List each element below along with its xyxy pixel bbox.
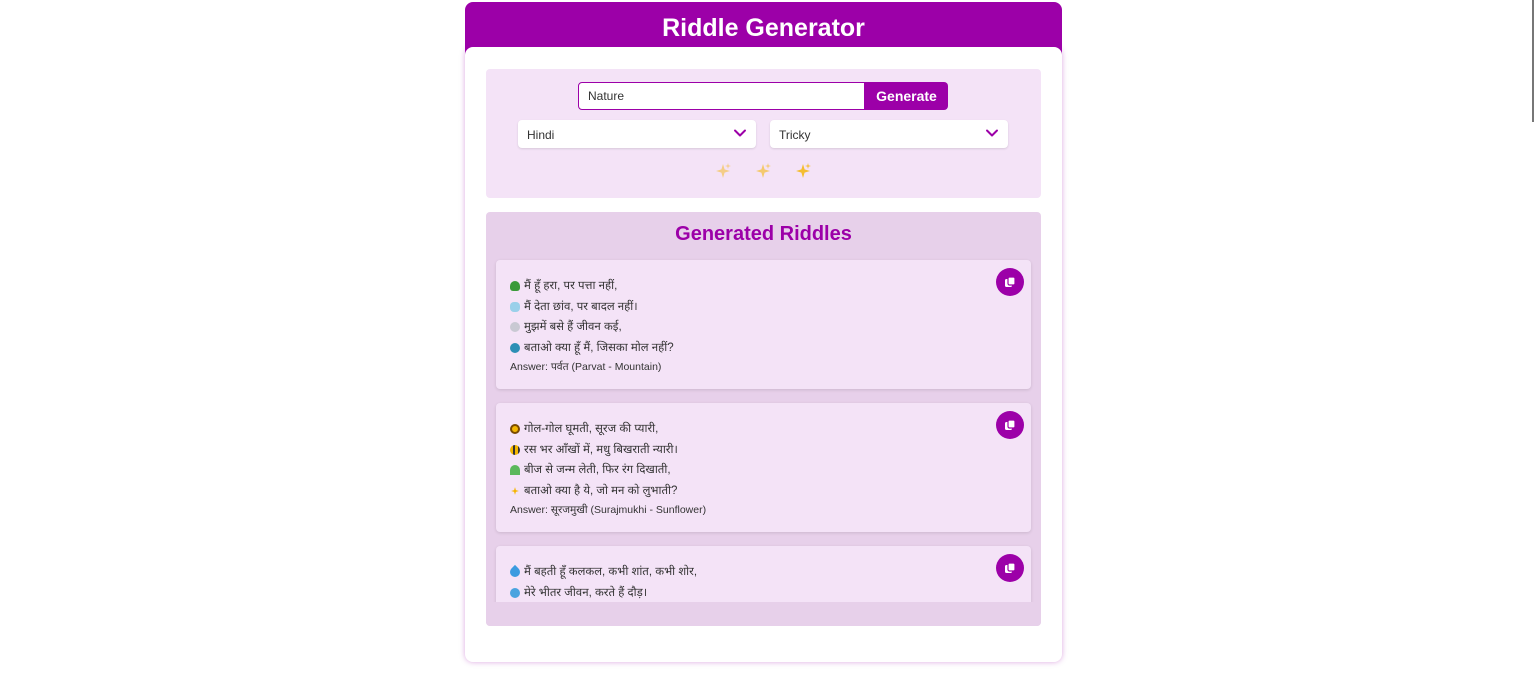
rock-icon <box>510 322 520 333</box>
riddle-line: गोल-गोल घूमती, सूरज की प्यारी, <box>510 419 1017 440</box>
riddle-line-text: बताओ क्या है ये, जो मन को लुभाती? <box>524 484 678 497</box>
riddle-line-text: बीज से जन्म लेती, फिर रंग दिखाती, <box>524 464 671 477</box>
copy-button[interactable] <box>996 268 1024 296</box>
results-bottom-band <box>486 602 1041 626</box>
riddle-app: Riddle Generator Generate Hindi Tricky <box>465 2 1062 662</box>
riddle-line: रस भर आँखों में, मधु बिखराती न्यारी। <box>510 440 1017 461</box>
copy-icon <box>1005 562 1016 573</box>
riddle-line-text: मैं हूँ हरा, पर पत्ता नहीं, <box>524 280 618 293</box>
tree-icon <box>510 281 520 292</box>
riddle-line: मैं हूँ हरा, पर पत्ता नहीं, <box>510 276 1017 297</box>
sparkles-icon <box>511 486 519 495</box>
seedling-icon <box>510 465 520 476</box>
riddle-line-text: मैं देता छांव, पर बादल नहीं। <box>524 300 638 313</box>
riddle-line-text: मैं बहती हूँ कलकल, कभी शांत, कभी शोर, <box>524 566 698 579</box>
chevron-down-icon <box>734 129 746 137</box>
sunflower-icon <box>510 424 520 435</box>
riddle-line: मुझमें बसे हैं जीवन कई, <box>510 317 1017 338</box>
controls-panel: Generate Hindi Tricky <box>486 69 1041 198</box>
riddle-answer: Answer: सूरजमुखी (Surajmukhi - Sunflower… <box>510 504 707 516</box>
riddle-line: बताओ क्या हूँ मैं, जिसका मोल नहीं? <box>510 338 1017 359</box>
bee-icon <box>510 444 520 455</box>
results-panel[interactable]: Generated Riddles मैं हूँ हरा, पर पत्ता … <box>486 212 1041 626</box>
sparkles-icon <box>756 163 771 178</box>
copy-button[interactable] <box>996 411 1024 439</box>
wind-icon <box>510 301 520 312</box>
copy-icon <box>1005 276 1016 287</box>
sparkles-icon <box>796 163 811 178</box>
riddle-line: मैं बहती हूँ कलकल, कभी शांत, कभी शोर, <box>507 562 1017 583</box>
page-scrollbar[interactable] <box>1532 0 1534 122</box>
riddle-line-text: गोल-गोल घूमती, सूरज की प्यारी, <box>524 423 659 436</box>
topic-input[interactable] <box>578 82 865 110</box>
riddle-line: बीज से जन्म लेती, फिर रंग दिखाती, <box>510 460 1017 481</box>
difficulty-select-value: Tricky <box>779 128 811 142</box>
riddle-line: बताओ क्या है ये, जो मन को लुभाती? <box>510 481 1017 502</box>
riddle-line-text: रस भर आँखों में, मधु बिखराती न्यारी। <box>524 443 678 456</box>
sparkles-decoration <box>714 162 812 180</box>
globe-icon <box>510 342 520 353</box>
language-select[interactable]: Hindi <box>518 120 756 148</box>
generate-button[interactable]: Generate <box>865 82 948 110</box>
results-title: Generated Riddles <box>675 223 852 245</box>
riddle-line: मैं देता छांव, पर बादल नहीं। <box>510 297 1017 318</box>
riddle-line-text: मुझमें बसे हैं जीवन कई, <box>524 321 622 334</box>
riddle-line: मेरे भीतर जीवन, करते हैं दौड़। <box>510 583 1017 604</box>
difficulty-select[interactable]: Tricky <box>770 120 1008 148</box>
sparkles-icon <box>716 163 731 178</box>
chevron-down-icon <box>986 129 998 137</box>
riddle-line-text: मेरे भीतर जीवन, करते हैं दौड़। <box>524 586 648 599</box>
copy-button[interactable] <box>996 554 1024 582</box>
droplet-icon <box>507 565 523 580</box>
riddle-card: गोल-गोल घूमती, सूरज की प्यारी, रस भर आँख… <box>496 403 1031 532</box>
riddle-answer: Answer: पर्वत (Parvat - Mountain) <box>510 361 662 373</box>
riddle-line-text: बताओ क्या हूँ मैं, जिसका मोल नहीं? <box>524 341 674 354</box>
search-row: Generate <box>578 82 948 110</box>
copy-icon <box>1005 419 1016 430</box>
riddle-card: मैं हूँ हरा, पर पत्ता नहीं, मैं देता छां… <box>496 260 1031 389</box>
main-card: Generate Hindi Tricky <box>465 47 1062 662</box>
language-select-value: Hindi <box>527 128 555 142</box>
fish-icon <box>510 587 520 598</box>
